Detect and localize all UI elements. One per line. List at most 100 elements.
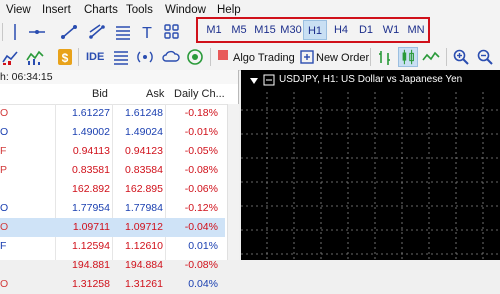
zoom-in-icon[interactable] — [452, 48, 470, 66]
timeframe-h1[interactable]: H1 — [303, 20, 327, 40]
channel-icon[interactable] — [60, 23, 78, 41]
row-bid: 1.12594 — [72, 240, 110, 252]
vps-icon[interactable] — [186, 48, 204, 66]
row-ask: 1.12610 — [125, 240, 163, 252]
zoom-out-icon[interactable] — [476, 48, 494, 66]
row-daily-change: 0.04% — [188, 278, 218, 290]
row-bid: 194.881 — [72, 259, 110, 271]
signals-icon[interactable] — [112, 48, 130, 66]
row-symbol: O — [0, 202, 9, 214]
row-ask: 1.61248 — [125, 107, 163, 119]
row-ask: 1.09712 — [125, 221, 163, 233]
row-bid: 1.77954 — [72, 202, 110, 214]
row-daily-change: -0.18% — [184, 107, 218, 119]
market-watch-row[interactable]: O 1.09711 1.09712 -0.04% — [0, 218, 225, 237]
indicators-icon[interactable] — [26, 48, 44, 66]
menu-help[interactable]: Help — [217, 4, 241, 16]
row-bid: 1.31258 — [72, 278, 110, 290]
timeframe-w1[interactable]: W1 — [380, 20, 402, 40]
market-watch-row[interactable]: O 1.49002 1.49024 -0.01% — [0, 123, 225, 142]
fibonacci-icon[interactable] — [88, 23, 106, 41]
menu-insert[interactable]: Insert — [42, 4, 71, 16]
market-watch-row[interactable]: P 0.83581 0.83584 -0.08% — [0, 161, 225, 180]
timeframe-h4[interactable]: H4 — [330, 20, 352, 40]
svg-text:$: $ — [62, 51, 69, 65]
market-watch-row[interactable]: O 1.77954 1.77984 -0.12% — [0, 199, 225, 218]
market-watch-row[interactable]: F 1.12594 1.12610 0.01% — [0, 237, 225, 256]
market-watch-row[interactable]: O 1.31258 1.31261 0.04% — [0, 275, 225, 294]
row-daily-change: -0.08% — [184, 259, 218, 271]
row-bid: 162.892 — [72, 183, 110, 195]
timeframe-d1[interactable]: D1 — [355, 20, 377, 40]
row-daily-change: -0.04% — [184, 221, 218, 233]
toolbar-separator — [370, 48, 371, 66]
row-bid: 1.61227 — [72, 107, 110, 119]
row-daily-change: 0.01% — [188, 240, 218, 252]
market-watch-row[interactable]: O 1.61227 1.61248 -0.18% — [0, 104, 225, 123]
market-watch-header: h: 06:34:15 — [0, 70, 238, 85]
row-bid: 0.83581 — [72, 164, 110, 176]
row-symbol: O — [0, 126, 9, 138]
row-daily-change: -0.01% — [184, 126, 218, 138]
menu-charts[interactable]: Charts — [84, 4, 118, 16]
market-watch-scrollbar[interactable] — [227, 104, 239, 260]
menu-window[interactable]: Window — [165, 4, 206, 16]
algo-trading-button[interactable]: Algo Trading — [233, 52, 295, 64]
market-watch-columns: Bid Ask Daily Ch... — [0, 84, 238, 105]
column-bid[interactable]: Bid — [92, 88, 108, 100]
market-watch-time: h: 06:34:15 — [0, 71, 53, 83]
row-daily-change: -0.05% — [184, 145, 218, 157]
candlestick-icon[interactable] — [398, 47, 418, 67]
toolbar-separator — [2, 23, 3, 41]
timeframe-m5[interactable]: M5 — [228, 20, 250, 40]
new-order-button[interactable]: New Order — [316, 52, 369, 64]
timeframe-m30[interactable]: M30 — [278, 20, 304, 40]
chart-type-icon[interactable] — [163, 23, 181, 41]
radio-signal-icon[interactable] — [136, 48, 154, 66]
one-click-trading-icon[interactable] — [263, 74, 275, 86]
row-symbol: F — [0, 145, 7, 157]
ide-button[interactable]: IDE — [86, 51, 104, 63]
bar-chart-icon[interactable] — [376, 48, 394, 66]
cloud-icon[interactable] — [162, 48, 180, 66]
trendline-icon[interactable] — [28, 23, 46, 41]
row-symbol: O — [0, 107, 9, 119]
row-ask: 1.49024 — [125, 126, 163, 138]
market-icon[interactable]: $ — [56, 48, 74, 66]
market-watch-row[interactable]: 162.892 162.895 -0.06% — [0, 180, 225, 199]
menu-tools[interactable]: Tools — [126, 4, 153, 16]
row-symbol: F — [0, 240, 7, 252]
shapes-icon[interactable] — [114, 23, 132, 41]
column-ask[interactable]: Ask — [146, 88, 164, 100]
row-daily-change: -0.12% — [184, 202, 218, 214]
algo-trading-icon[interactable] — [216, 48, 230, 62]
crosshair-icon[interactable] — [6, 23, 24, 41]
timeframe-mn[interactable]: MN — [404, 20, 428, 40]
new-chart-icon[interactable] — [2, 48, 20, 66]
timeframe-m15[interactable]: M15 — [252, 20, 278, 40]
row-bid: 0.94113 — [72, 145, 110, 157]
row-ask: 0.94123 — [125, 145, 163, 157]
line-chart-icon[interactable] — [422, 48, 440, 66]
row-symbol: P — [0, 164, 8, 176]
row-daily-change: -0.06% — [184, 183, 218, 195]
row-ask: 162.895 — [125, 183, 163, 195]
svg-text:T: T — [142, 25, 152, 41]
chart-window[interactable]: USDJPY, H1: US Dollar vs Japanese Yen — [241, 70, 500, 260]
row-ask: 0.83584 — [125, 164, 163, 176]
row-ask: 1.31261 — [125, 278, 163, 290]
row-symbol: O — [0, 221, 9, 233]
row-symbol: O — [0, 278, 9, 290]
chart-menu-icon[interactable] — [249, 76, 259, 86]
market-watch-row[interactable]: 194.881 194.884 -0.08% — [0, 256, 225, 275]
chart-grid — [241, 92, 500, 260]
text-icon[interactable]: T — [138, 23, 156, 41]
chart-title: USDJPY, H1: US Dollar vs Japanese Yen — [279, 74, 463, 85]
new-order-icon[interactable] — [298, 48, 316, 66]
row-bid: 1.09711 — [72, 221, 110, 233]
menu-view[interactable]: View — [6, 4, 31, 16]
market-watch-row[interactable]: F 0.94113 0.94123 -0.05% — [0, 142, 225, 161]
timeframe-m1[interactable]: M1 — [203, 20, 225, 40]
row-bid: 1.49002 — [72, 126, 110, 138]
column-daily-change[interactable]: Daily Ch... — [174, 88, 225, 100]
